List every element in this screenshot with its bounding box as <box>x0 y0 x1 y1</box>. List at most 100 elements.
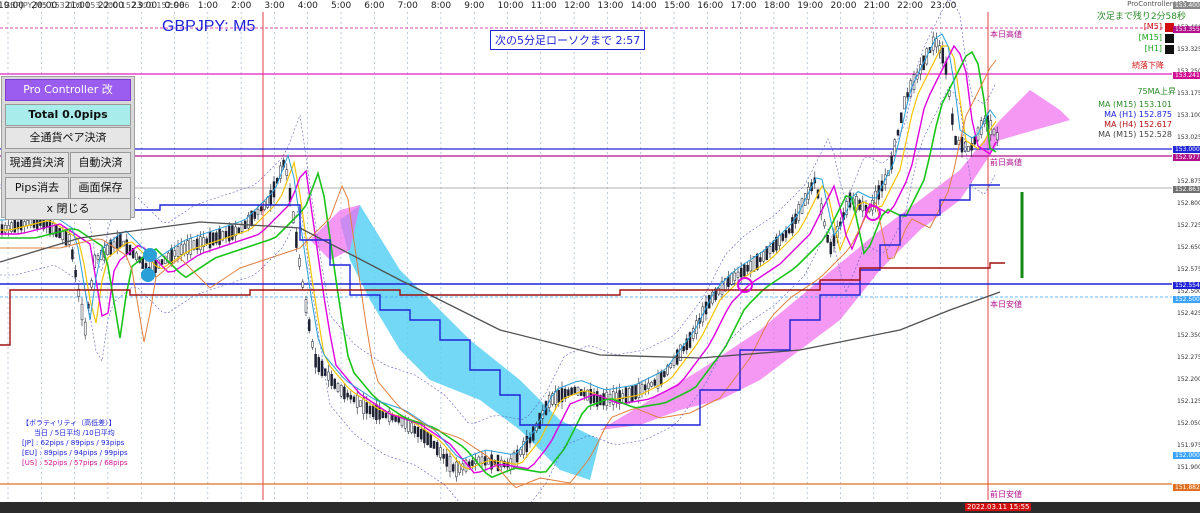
candle-body <box>903 96 906 110</box>
candle-body <box>429 434 433 448</box>
candle-body <box>19 219 23 231</box>
candle-body <box>67 234 71 245</box>
time-label: 13:00 <box>597 1 624 11</box>
candle-body <box>583 390 586 397</box>
candle-body <box>935 38 938 48</box>
candle-body <box>899 112 903 124</box>
settle-all-pairs-button[interactable]: 全通貨ペア決済 <box>5 127 131 149</box>
candle-body <box>128 244 132 256</box>
candle-body <box>330 373 333 386</box>
timeframe-m5-label: [M5] <box>1143 22 1162 31</box>
time-label: 17:00 <box>730 1 757 11</box>
candle-body <box>960 136 964 153</box>
candle-body <box>579 389 583 396</box>
candle-body <box>227 225 231 242</box>
candle-body <box>519 448 522 456</box>
candle-body <box>611 391 615 405</box>
time-label: 6:00 <box>364 1 385 11</box>
chart-area[interactable]: GBPJPY,M5 153.000 153.000 152.970 152.98… <box>0 0 1200 513</box>
bar-remaining-time: 次足まで残り2分58秒 <box>1096 12 1186 22</box>
candle-body <box>176 246 180 257</box>
candle-body <box>906 92 909 98</box>
candle-countdown: 次の5分足ローソクまで 2:57 <box>490 30 646 50</box>
candle-body <box>647 382 650 389</box>
candle-body <box>71 249 74 260</box>
candle-body <box>61 230 65 240</box>
candle-body <box>602 393 605 406</box>
candle-body <box>435 442 439 456</box>
time-label: 20:00 <box>31 1 58 11</box>
time-label: 22:00 <box>97 1 124 11</box>
candle-body <box>55 224 58 238</box>
candle-body <box>23 221 26 227</box>
price-level-badge: 153.400 <box>1173 2 1200 9</box>
candle-body <box>317 357 321 372</box>
candle-body <box>787 228 791 234</box>
candle-body <box>791 217 794 234</box>
candle-body <box>771 241 775 252</box>
pro-controller-panel: Pro Controller 改 Total 0.0pips 全通貨ペア決済 現… <box>1 76 135 220</box>
volatility-header: 当日 / 5日平均 /10日平均 <box>34 429 115 437</box>
price-tick-label: 152.425 <box>1177 310 1200 317</box>
volatility-row-us: [US] : 52pips / 57pips / 68pips <box>22 459 128 467</box>
pro-controller-header-button[interactable]: Pro Controller 改 <box>5 79 131 101</box>
candle-body <box>231 225 234 240</box>
auto-settle-button[interactable]: 自動決済 <box>70 152 131 174</box>
candle-body <box>624 387 628 404</box>
candle-body <box>951 113 954 125</box>
price-tick-label: 153.025 <box>1177 134 1200 141</box>
time-label: 21:00 <box>863 1 890 11</box>
prev-low-label: 前日安値 <box>990 490 1022 499</box>
candle-body <box>451 464 455 472</box>
time-label: 12:00 <box>564 1 591 11</box>
candle-body <box>74 269 77 278</box>
candle-body <box>314 353 317 368</box>
candle-body <box>627 388 631 403</box>
candle-body <box>253 211 257 219</box>
price-tick-label: 152.875 <box>1177 178 1200 185</box>
candle-body <box>525 435 529 453</box>
save-screen-button[interactable]: 画面保存 <box>70 177 131 199</box>
settle-current-pair-button[interactable]: 現通貨決済 <box>5 152 69 174</box>
time-label: 23:00 <box>131 1 158 11</box>
candle-body <box>224 231 228 239</box>
candle-body <box>426 431 429 446</box>
clear-pips-button[interactable]: Pips消去 <box>5 177 69 199</box>
candle-body <box>170 247 173 264</box>
candle-body <box>688 332 692 348</box>
price-level-badge: 152.863 <box>1173 186 1200 193</box>
candle-body <box>10 222 13 232</box>
candle-body <box>205 238 209 244</box>
candle-body <box>349 394 353 400</box>
timeframe-m15-label: [M15] <box>1138 33 1162 42</box>
candle-body <box>106 244 109 255</box>
time-label: 20:00 <box>830 1 857 11</box>
candle-body <box>83 321 87 336</box>
candle-body <box>304 299 308 313</box>
candle-body <box>784 230 788 238</box>
price-tick-label: 152.350 <box>1177 332 1200 339</box>
price-tick-label: 152.725 <box>1177 222 1200 229</box>
trend-status: 続落下降 <box>1132 61 1164 70</box>
candle-body <box>826 235 829 243</box>
price-level-badge: 152.500 <box>1173 296 1200 303</box>
ma75-status: 75MA上昇 <box>1137 87 1176 96</box>
candle-body <box>333 378 337 389</box>
candle-body <box>733 272 737 281</box>
candle-body <box>295 231 298 248</box>
candle-body <box>823 221 826 227</box>
candle-body <box>759 257 762 262</box>
ma-value-row: MA (H4) 152.617 <box>1104 120 1172 129</box>
candle-body <box>663 371 666 378</box>
candle-body <box>471 460 474 466</box>
close-panel-button[interactable]: x 閉じる <box>5 198 131 220</box>
candle-body <box>365 402 369 414</box>
candle-body <box>381 410 385 418</box>
time-label: 18:00 <box>763 1 790 11</box>
time-label: 5:00 <box>331 1 352 11</box>
today-high-label: 本日高値 <box>990 30 1022 39</box>
price-level-badge: 151.882 <box>1173 484 1200 491</box>
candle-body <box>768 246 772 254</box>
price-level-badge: 153.241 <box>1173 72 1200 79</box>
candle-body <box>119 233 122 248</box>
